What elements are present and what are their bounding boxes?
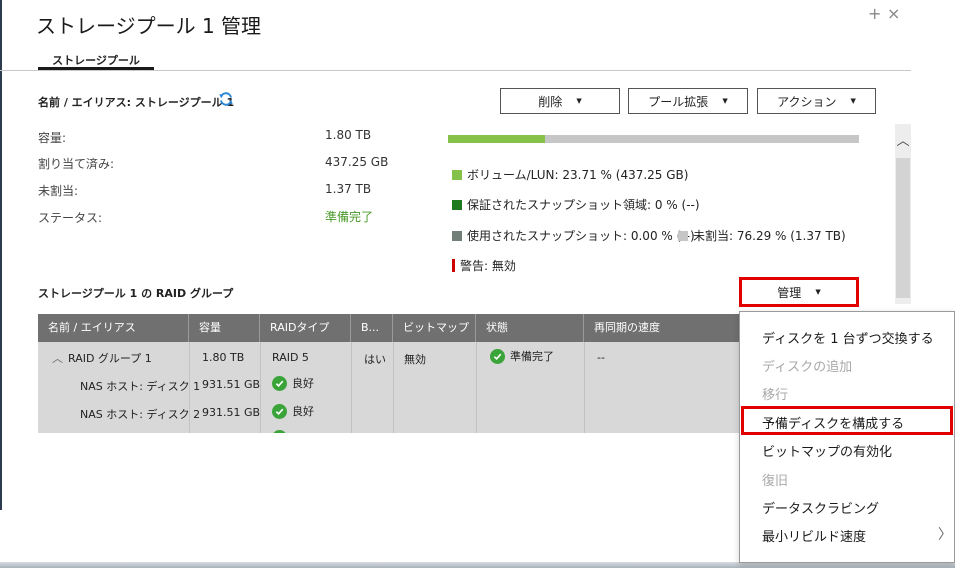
- column-header-capacity[interactable]: 容量: [189, 314, 260, 342]
- column-divider: [584, 342, 585, 433]
- delete-button-label: 削除: [538, 94, 563, 109]
- raid-group-status: 準備完了: [490, 348, 554, 364]
- menu-item-replace-disks[interactable]: ディスクを 1 台ずつ交換する: [762, 328, 934, 347]
- menu-item-data-scrubbing[interactable]: データスクラビング: [762, 498, 879, 517]
- add-icon[interactable]: +: [868, 4, 881, 23]
- expand-pool-button[interactable]: プール拡張 ▼: [628, 88, 748, 114]
- table-row[interactable]: ︿ RAID グループ 1: [52, 350, 152, 366]
- legend-used-snapshot-label: 使用されたスナップショット: 0.00 % (--): [467, 229, 695, 243]
- usage-bar-fill: [448, 135, 546, 143]
- raid-group-table: 名前 / エイリアス 容量 RAIDタイプ B... ビットマップ 状態 再同期…: [38, 314, 753, 433]
- expand-pool-button-label: プール拡張: [648, 94, 709, 109]
- close-icon[interactable]: ×: [887, 4, 900, 23]
- status-label: ステータス:: [38, 211, 103, 225]
- manage-button[interactable]: 管理 ▼: [744, 282, 854, 302]
- legend-guaranteed-snapshot: 保証されたスナップショット領域: 0 % (--): [452, 196, 700, 213]
- refresh-icon[interactable]: [218, 91, 234, 107]
- unallocated-value: 1.37 TB: [325, 182, 372, 196]
- unallocated-label: 未割当:: [38, 184, 79, 198]
- disk-capacity: 931.51 GB: [202, 378, 261, 391]
- volume-swatch: [452, 169, 462, 180]
- legend-volume-label: ボリューム/LUN: 23.71 % (437.25 GB): [467, 168, 689, 182]
- legend-unallocated: 未割当: 76.29 % (1.37 TB): [678, 227, 846, 244]
- chevron-right-icon: 〉: [938, 527, 952, 543]
- menu-item-min-rebuild-speed[interactable]: 最小リビルド速度: [762, 526, 866, 545]
- chevron-down-icon: ▼: [722, 97, 728, 105]
- delete-button[interactable]: 削除 ▼: [500, 88, 620, 114]
- legend-warning-label: 警告: 無効: [460, 259, 516, 273]
- menu-item-enable-bitmap[interactable]: ビットマップの有効化: [762, 441, 892, 460]
- column-divider: [351, 342, 352, 433]
- raid-group-bitmap: 無効: [404, 353, 426, 366]
- manage-button-label: 管理: [777, 285, 802, 300]
- action-button-label: アクション: [777, 94, 837, 109]
- menu-item-add-disk: ディスクの追加: [762, 360, 853, 375]
- window-title: ストレージプール 1 管理: [36, 14, 262, 38]
- raid-group-b: はい: [364, 353, 386, 366]
- disk-status-label: 良好: [292, 377, 314, 390]
- raid-group-status-label: 準備完了: [510, 350, 554, 363]
- raid-group-type: RAID 5: [272, 351, 309, 364]
- disk-name: NAS ホスト: ディスク 2: [80, 408, 201, 421]
- legend-guaranteed-snapshot-label: 保証されたスナップショット領域: 0 % (--): [467, 198, 700, 212]
- guaranteed-snapshot-swatch: [452, 199, 462, 210]
- warning-marker: [452, 259, 455, 272]
- legend-used-snapshot: 使用されたスナップショット: 0.00 % (--): [452, 227, 695, 244]
- scroll-up-icon[interactable]: ︿: [895, 124, 911, 154]
- pool-name-alias: 名前 / エイリアス: ストレージプール 1: [38, 96, 235, 109]
- collapse-icon[interactable]: ︿: [52, 350, 63, 366]
- allocated-value: 437.25 GB: [325, 155, 389, 169]
- chevron-down-icon: ▼: [576, 97, 582, 105]
- raid-group-name: RAID グループ 1: [68, 352, 152, 365]
- allocated-label: 割り当て済み:: [38, 157, 115, 171]
- column-header-bitmap[interactable]: ビットマップ: [393, 314, 476, 342]
- disk-status: 良好: [272, 375, 314, 391]
- table-header: 名前 / エイリアス 容量 RAIDタイプ B... ビットマップ 状態 再同期…: [38, 314, 753, 342]
- capacity-value: 1.80 TB: [325, 128, 372, 142]
- disk-status: 良好: [272, 403, 314, 419]
- legend-volume: ボリューム/LUN: 23.71 % (437.25 GB): [452, 166, 688, 183]
- legend-unallocated-label: 未割当: 76.29 % (1.37 TB): [693, 229, 846, 243]
- table-row[interactable]: NAS ホスト: ディスク 2: [80, 406, 200, 422]
- column-divider: [393, 342, 394, 433]
- usage-bar: [448, 135, 859, 143]
- disk-name: NAS ホスト: ディスク 1: [80, 380, 201, 393]
- capacity-label: 容量:: [38, 131, 67, 145]
- column-header-b[interactable]: B...: [351, 314, 393, 342]
- column-header-resync-speed[interactable]: 再同期の速度: [584, 314, 753, 342]
- column-divider: [260, 342, 261, 433]
- check-circle-icon: [272, 375, 287, 391]
- table-row[interactable]: NAS ホスト: ディスク 1: [80, 378, 200, 394]
- raid-group-capacity: 1.80 TB: [202, 351, 245, 364]
- menu-item-recover: 復旧: [762, 474, 789, 489]
- used-snapshot-swatch: [452, 230, 462, 241]
- menu-item-migrate: 移行: [762, 388, 789, 403]
- chevron-down-icon: ▼: [850, 97, 856, 105]
- raid-group-resync: --: [597, 351, 605, 364]
- check-circle-icon: [490, 348, 505, 364]
- window-left-edge: [0, 0, 2, 510]
- column-header-name[interactable]: 名前 / エイリアス: [38, 314, 189, 342]
- manage-menu: ディスクを 1 台ずつ交換する ディスクの追加 移行 予備ディスクを構成する ビ…: [739, 311, 955, 563]
- disk-status-label: 良好: [292, 405, 314, 418]
- disk-status: [272, 430, 287, 433]
- legend-warning: 警告: 無効: [452, 257, 516, 274]
- check-circle-icon: [272, 430, 287, 433]
- column-header-raid-type[interactable]: RAIDタイプ: [260, 314, 351, 342]
- column-divider: [476, 342, 477, 433]
- chevron-down-icon: ▼: [815, 288, 821, 296]
- tab-storage-pool[interactable]: ストレージプール: [38, 52, 154, 68]
- column-header-status[interactable]: 状態: [476, 314, 584, 342]
- action-button[interactable]: アクション ▼: [757, 88, 876, 114]
- tab-divider: [0, 70, 911, 71]
- disk-capacity: 931.51 GB: [202, 406, 261, 419]
- raid-section-title: ストレージプール 1 の RAID グループ: [38, 287, 234, 300]
- scrollbar-thumb[interactable]: [896, 158, 910, 298]
- menu-item-highlight: [741, 406, 953, 435]
- check-circle-icon: [272, 403, 287, 419]
- unallocated-swatch: [678, 230, 688, 241]
- status-value: 準備完了: [325, 210, 374, 224]
